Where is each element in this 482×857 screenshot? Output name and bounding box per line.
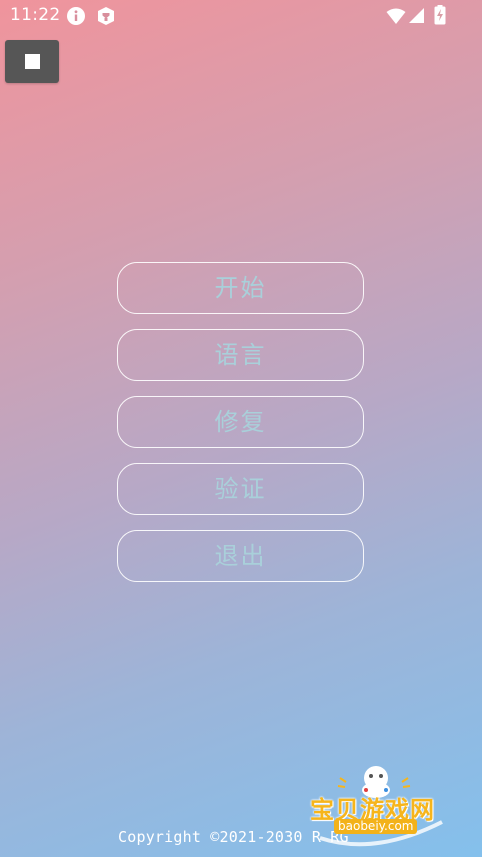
wifi-icon [386, 7, 406, 29]
language-button[interactable]: 语言 [117, 329, 364, 381]
status-time: 11:22 [10, 5, 61, 25]
exit-button[interactable]: 退出 [117, 530, 364, 582]
stop-square-icon [24, 54, 40, 69]
watermark: 宝贝游戏网 baobeiy.com [300, 760, 450, 850]
stop-button[interactable] [5, 40, 59, 83]
signal-icon [408, 7, 425, 28]
start-button[interactable]: 开始 [117, 262, 364, 314]
status-bar: 11:22 [0, 0, 482, 34]
app-notification-icon [96, 6, 116, 30]
repair-button[interactable]: 修复 [117, 396, 364, 448]
verify-button[interactable]: 验证 [117, 463, 364, 515]
info-icon [66, 6, 86, 30]
watermark-url: baobeiy.com [334, 819, 418, 834]
battery-charging-icon [434, 5, 446, 29]
main-menu: 开始 语言 修复 验证 退出 [117, 262, 364, 597]
